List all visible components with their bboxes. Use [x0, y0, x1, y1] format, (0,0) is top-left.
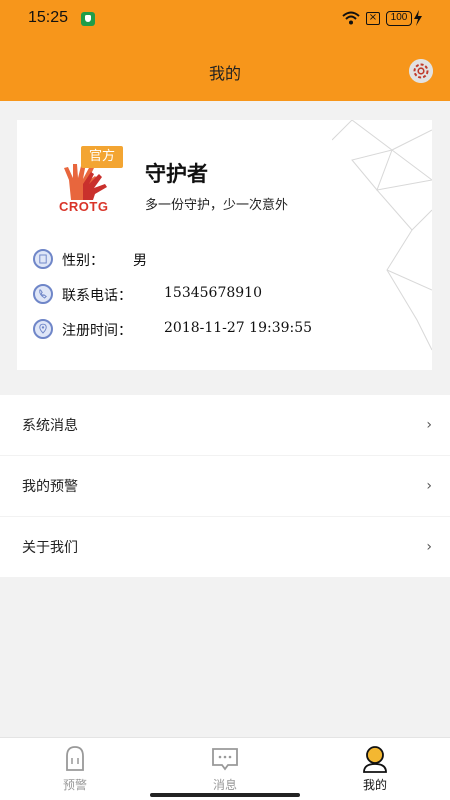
official-badge: 官方 — [81, 146, 123, 168]
chevron-right-icon: › — [426, 539, 432, 555]
user-name: 守护者 — [145, 161, 208, 186]
gender-row: 性别： 男 — [33, 249, 413, 271]
logo-brand-text: CROTG — [59, 199, 109, 214]
chevron-right-icon: › — [426, 417, 432, 433]
location-pin-icon — [33, 319, 53, 339]
register-time-row: 注册时间： 2018-11-27 19:39:55 — [33, 319, 413, 341]
page-title: 我的 — [208, 64, 241, 83]
bell-icon — [66, 746, 84, 771]
tab-alerts[interactable]: 预警 — [40, 744, 110, 793]
crotg-logo: 官方 CROTG — [57, 146, 123, 214]
gender-value: 男 — [133, 253, 147, 269]
user-slogan: 多一份守护，少一次意外 — [145, 198, 289, 213]
menu-item-label: 关于我们 — [22, 540, 78, 556]
menu-item-label: 系统消息 — [22, 418, 78, 434]
tab-label: 预警 — [62, 778, 87, 792]
menu-item-system-messages[interactable]: 系统消息 › — [0, 395, 450, 455]
status-time: 15:25 — [28, 9, 69, 26]
menu-item-about-us[interactable]: 关于我们 › — [0, 517, 450, 577]
chevron-right-icon: › — [426, 478, 432, 494]
user-icon — [363, 746, 387, 773]
profile-card: 官方 CROTG 守护者 多一份守护，少一次意外 性别： 男 联系电话： 153… — [17, 120, 432, 370]
settings-gear-icon[interactable] — [409, 59, 433, 83]
message-icon — [212, 748, 238, 771]
building-icon — [33, 249, 53, 269]
gender-label: 性别： — [62, 253, 104, 269]
menu-list: 系统消息 › 我的预警 › 关于我们 › — [0, 395, 450, 578]
bottom-tab-bar: 预警 消息 我的 — [0, 737, 450, 800]
phone-label: 联系电话： — [62, 288, 132, 304]
status-bar: 15:25 × 100 — [0, 0, 450, 40]
phone-row: 联系电话： 15345678910 — [33, 284, 413, 306]
charging-icon — [414, 10, 422, 26]
battery-icon: 100 — [386, 11, 412, 26]
app-header: 15:25 × 100 我的 — [0, 0, 450, 101]
menu-item-my-alerts[interactable]: 我的预警 › — [0, 456, 450, 516]
phone-value: 15345678910 — [164, 285, 262, 301]
tab-label: 消息 — [212, 778, 237, 792]
tab-mine[interactable]: 我的 — [340, 744, 410, 793]
no-sim-icon: × — [366, 12, 380, 25]
security-shield-icon — [81, 12, 95, 26]
tab-label: 我的 — [362, 778, 387, 792]
phone-icon — [33, 284, 53, 304]
tab-messages[interactable]: 消息 — [190, 744, 260, 793]
register-time-value: 2018-11-27 19:39:55 — [164, 320, 313, 336]
menu-item-label: 我的预警 — [22, 479, 78, 495]
wifi-icon — [342, 11, 360, 25]
home-indicator[interactable] — [150, 793, 300, 797]
register-time-label: 注册时间： — [62, 323, 132, 339]
